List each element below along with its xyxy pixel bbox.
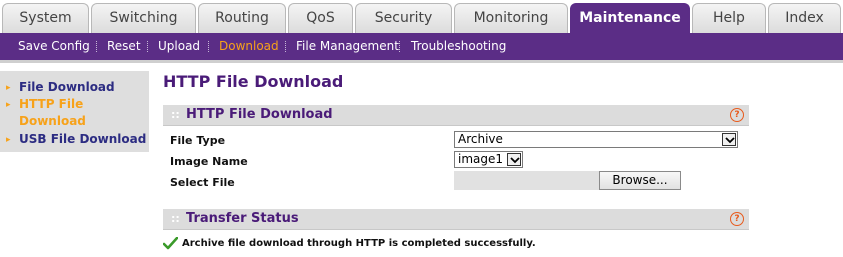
subnav-shadow bbox=[0, 60, 843, 63]
chevron-right-icon: ▸ bbox=[6, 100, 11, 110]
subnav-upload[interactable]: Upload bbox=[158, 33, 200, 60]
tab-index[interactable]: Index bbox=[768, 3, 841, 33]
download-panel-title: HTTP File Download bbox=[186, 107, 333, 122]
file-type-value: Archive bbox=[458, 132, 503, 146]
subnav-download[interactable]: Download bbox=[219, 33, 279, 60]
checkmark-icon bbox=[162, 235, 179, 254]
tab-help[interactable]: Help bbox=[692, 3, 766, 33]
left-menu-item-file-download[interactable]: ▸ File Download bbox=[0, 79, 149, 96]
subnav-separator bbox=[147, 41, 149, 52]
help-icon[interactable]: ? bbox=[730, 212, 744, 226]
subnav-separator bbox=[208, 41, 210, 52]
subnav-separator bbox=[285, 41, 287, 52]
image-name-select[interactable]: image1 bbox=[454, 151, 523, 168]
subnav-separator bbox=[399, 41, 401, 52]
transfer-status-message-row: Archive file download through HTTP is co… bbox=[162, 235, 749, 254]
left-menu-item-label: HTTP File Download bbox=[19, 97, 86, 128]
page-title: HTTP File Download bbox=[163, 72, 344, 91]
browse-button[interactable]: Browse... bbox=[599, 171, 681, 190]
subnav-troubleshooting[interactable]: Troubleshooting bbox=[411, 33, 506, 60]
chevron-right-icon: ▸ bbox=[6, 83, 11, 93]
chevron-right-icon: ▸ bbox=[6, 135, 11, 145]
subnav-file-management[interactable]: File Management bbox=[296, 33, 399, 60]
grip-icon: :: bbox=[171, 108, 180, 121]
subnav-save-config[interactable]: Save Config bbox=[18, 33, 90, 60]
left-menu-item-label: File Download bbox=[19, 80, 115, 94]
select-file-label: Select File bbox=[170, 176, 235, 189]
left-menu-item-http-file-download[interactable]: ▸ HTTP File Download bbox=[0, 96, 149, 130]
subnav-separator bbox=[96, 41, 98, 52]
tab-qos[interactable]: QoS bbox=[288, 3, 353, 33]
sub-navigation: Save Config Reset Upload Download File M… bbox=[0, 33, 843, 63]
tab-security[interactable]: Security bbox=[355, 3, 452, 33]
help-icon[interactable]: ? bbox=[730, 108, 744, 122]
tab-monitoring[interactable]: Monitoring bbox=[454, 3, 568, 33]
tab-maintenance[interactable]: Maintenance bbox=[570, 3, 690, 33]
left-menu-item-label: USB File Download bbox=[19, 132, 147, 146]
grip-icon: :: bbox=[171, 212, 180, 225]
file-type-label: File Type bbox=[170, 134, 226, 147]
transfer-status-panel-header: :: Transfer Status ? bbox=[163, 209, 749, 230]
file-type-select[interactable]: Archive bbox=[454, 131, 738, 148]
chevron-down-icon bbox=[722, 133, 736, 146]
download-panel-header: :: HTTP File Download ? bbox=[163, 105, 749, 126]
transfer-status-panel-title: Transfer Status bbox=[186, 211, 299, 226]
image-name-label: Image Name bbox=[170, 155, 248, 168]
image-name-value: image1 bbox=[458, 152, 504, 166]
left-menu: ▸ File Download ▸ HTTP File Download ▸ U… bbox=[0, 71, 149, 152]
chevron-down-icon bbox=[507, 153, 521, 166]
tab-switching[interactable]: Switching bbox=[91, 3, 196, 33]
transfer-status-message: Archive file download through HTTP is co… bbox=[182, 238, 536, 249]
tab-routing[interactable]: Routing bbox=[198, 3, 286, 33]
file-path-field[interactable] bbox=[454, 171, 599, 190]
tab-system[interactable]: System bbox=[2, 3, 89, 33]
main-tab-bar: System Switching Routing QoS Security Mo… bbox=[0, 0, 843, 33]
left-menu-item-usb-file-download[interactable]: ▸ USB File Download bbox=[0, 131, 149, 148]
subnav-reset[interactable]: Reset bbox=[107, 33, 141, 60]
